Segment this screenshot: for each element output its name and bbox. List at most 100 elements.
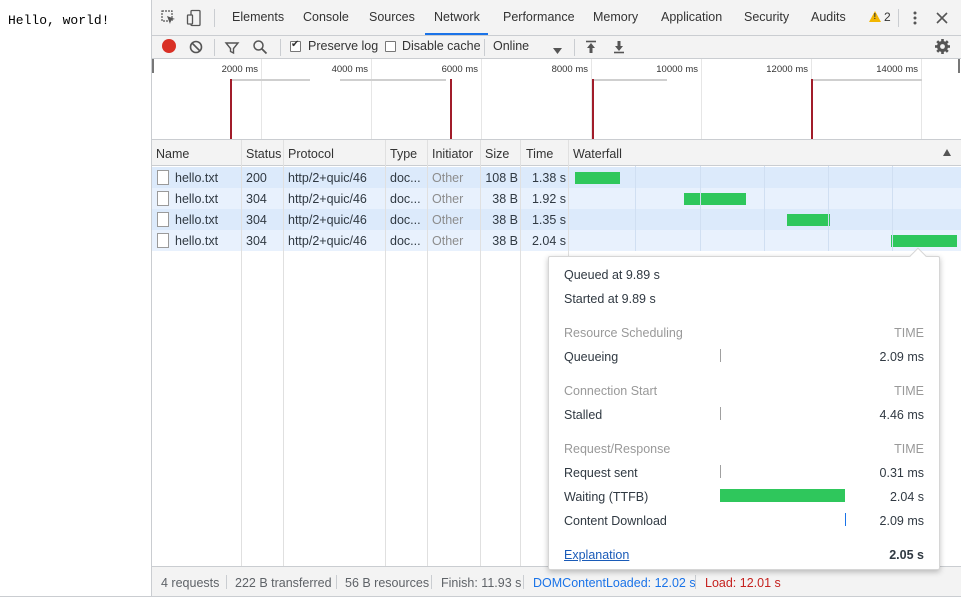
row-name[interactable]: hello.txt [175,192,218,206]
row-time: 2.04 s [531,234,566,248]
overview-tick-label: 12000 ms [766,64,808,75]
column-header-time[interactable]: Time [526,147,553,161]
table-row[interactable]: hello.txt 200 http/2+quic/46 doc... Othe… [152,167,961,188]
row-status: 304 [246,234,267,248]
load-event-line [592,79,594,139]
clear-icon[interactable] [188,39,204,58]
column-separator[interactable] [385,140,386,566]
column-header-protocol[interactable]: Protocol [288,147,334,161]
inspect-element-icon[interactable] [160,9,178,27]
throttling-select[interactable]: Online [493,39,529,53]
device-toolbar-icon[interactable] [186,9,204,27]
close-icon[interactable] [933,9,951,27]
toolbar-separator [484,39,485,56]
network-overview[interactable]: 2000 ms 4000 ms 6000 ms 8000 ms 10000 ms… [152,59,961,140]
column-header-initiator[interactable]: Initiator [432,147,473,161]
table-row[interactable]: hello.txt 304 http/2+quic/46 doc... Othe… [152,209,961,230]
column-separator[interactable] [283,140,284,566]
time-column-label: TIME [894,384,924,398]
waterfall-grid-line [892,166,893,251]
chevron-down-icon[interactable] [553,44,562,58]
overview-right-handle[interactable] [958,59,960,73]
preserve-log-checkbox[interactable] [290,39,301,52]
settings-gear-icon[interactable] [934,38,951,58]
stalled-bar [720,407,721,420]
content-download-label: Content Download [564,514,667,528]
overview-tick-label: 2000 ms [221,64,258,75]
tab-application[interactable]: Application [661,10,722,24]
finish-time: Finish: 11.93 s [441,576,522,590]
overview-grid-line [371,59,372,139]
column-separator[interactable] [241,140,242,566]
load-event-line [811,79,813,139]
row-initiator: Other [432,234,464,248]
tab-security[interactable]: Security [744,10,789,24]
table-row[interactable]: hello.txt 304 http/2+quic/46 doc... Othe… [152,188,961,209]
waterfall-bar[interactable] [891,235,957,247]
search-icon[interactable] [252,39,268,58]
requests-count: 4 requests [161,576,220,590]
row-size: 38 B [492,213,518,227]
column-header-size[interactable]: Size [485,147,509,161]
column-header-waterfall[interactable]: Waterfall [573,147,622,161]
record-button[interactable] [162,39,176,53]
column-separator[interactable] [427,140,428,566]
network-status-bar: 4 requests 222 B transferred 56 B resour… [152,566,961,596]
tab-audits[interactable]: Audits [811,10,846,24]
more-options-icon[interactable] [906,9,924,27]
document-icon [157,170,169,185]
column-header-name[interactable]: Name [156,147,189,161]
column-header-status[interactable]: Status [246,147,281,161]
row-name[interactable]: hello.txt [175,171,218,185]
waterfall-bar[interactable] [684,193,746,205]
content-download-time: 2.09 ms [879,514,924,528]
warnings-count: 2 [884,10,891,24]
row-initiator: Other [432,171,464,185]
tabbar-separator [898,9,899,27]
toolbar-separator [214,39,215,56]
sort-ascending-icon[interactable] [943,149,951,156]
status-separator [226,575,227,589]
filter-icon[interactable] [224,40,240,59]
tab-network[interactable]: Network [434,10,480,24]
preserve-log-label[interactable]: Preserve log [308,39,378,53]
waterfall-bar[interactable] [787,214,830,226]
row-time: 1.35 s [531,213,566,227]
overview-request-bar [340,79,446,81]
stalled-label: Stalled [564,408,603,422]
table-row[interactable]: hello.txt 304 http/2+quic/46 doc... Othe… [152,230,961,251]
tab-performance[interactable]: Performance [503,10,575,24]
import-har-icon[interactable] [584,39,598,58]
section-connection-start: Connection Start [564,384,658,398]
row-protocol: http/2+quic/46 [288,234,367,248]
tab-sources[interactable]: Sources [369,10,415,24]
waterfall-grid-line [700,166,701,251]
column-separator[interactable] [520,140,521,566]
document-icon [157,233,169,248]
devtools-tabbar: Elements Console Sources Network Perform… [152,0,961,36]
dom-content-loaded-time: DOMContentLoaded: 12.02 s [533,576,696,590]
status-separator [523,575,524,589]
tab-memory[interactable]: Memory [593,10,638,24]
row-name[interactable]: hello.txt [175,234,218,248]
column-separator[interactable] [480,140,481,566]
load-event-line [230,79,232,139]
row-name[interactable]: hello.txt [175,213,218,227]
row-time: 1.38 s [531,171,566,185]
overview-left-handle[interactable] [152,59,154,73]
queued-at: Queued at 9.89 s [564,268,660,282]
warnings-badge[interactable]: 2 [869,10,891,24]
overview-request-bar [232,79,310,81]
column-header-type[interactable]: Type [390,147,417,161]
export-har-icon[interactable] [612,39,626,58]
tab-elements[interactable]: Elements [232,10,284,24]
waterfall-grid-line [828,166,829,251]
waterfall-bar[interactable] [575,172,620,184]
started-at: Started at 9.89 s [564,292,656,306]
disable-cache-label[interactable]: Disable cache [402,39,481,53]
disable-cache-checkbox[interactable] [385,41,396,52]
explanation-link[interactable]: Explanation [564,548,629,562]
overview-tick-label: 4000 ms [331,64,368,75]
tab-console[interactable]: Console [303,10,349,24]
overview-grid-line [921,59,922,139]
